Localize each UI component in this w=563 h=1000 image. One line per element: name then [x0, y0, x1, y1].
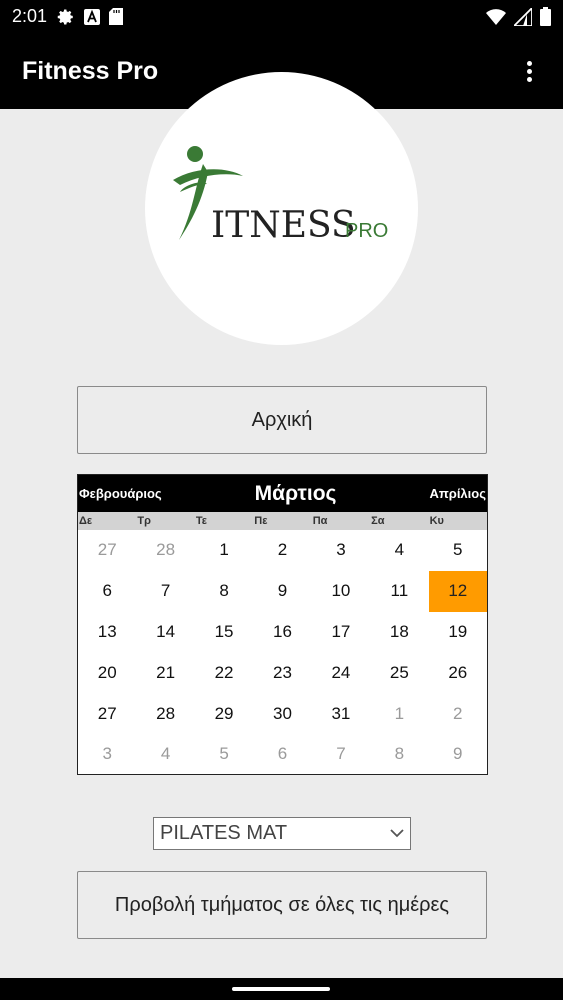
calendar-day[interactable]: 6: [78, 571, 136, 612]
calendar-day[interactable]: 4: [136, 734, 194, 775]
weekday-label: Κυ: [429, 515, 444, 527]
chevron-down-icon: [390, 829, 404, 838]
calendar-day[interactable]: 6: [253, 734, 311, 775]
prev-month-link[interactable]: Φεβρουάριος: [79, 486, 162, 501]
weekday-row: Δε Τρ Τε Πε Πα Σα Κυ: [78, 512, 487, 530]
calendar-day[interactable]: 2: [429, 693, 487, 734]
home-gesture-pill[interactable]: [232, 987, 330, 991]
calendar-day[interactable]: 18: [370, 612, 428, 653]
calendar-day[interactable]: 10: [312, 571, 370, 612]
calendar-day[interactable]: 4: [370, 530, 428, 571]
logo-text: ITNESS: [211, 205, 356, 246]
current-month: Μάρτιος: [254, 481, 337, 505]
weekday-label: Πε: [254, 515, 268, 527]
calendar-day[interactable]: 9: [429, 734, 487, 775]
calendar-day[interactable]: 3: [78, 734, 136, 775]
calendar-day[interactable]: 8: [195, 571, 253, 612]
view-class-all-days-button[interactable]: Προβολή τμήματος σε όλες τις ημέρες: [77, 871, 487, 939]
calendar-day[interactable]: 7: [136, 571, 194, 612]
calendar-day[interactable]: 13: [78, 612, 136, 653]
calendar-day[interactable]: 17: [312, 612, 370, 653]
calendar-day[interactable]: 19: [429, 612, 487, 653]
navigation-bar: [0, 978, 563, 1000]
calendar-day-selected[interactable]: 12: [428, 570, 487, 612]
calendar-day[interactable]: 31: [312, 693, 370, 734]
logo: ITNESS PRO: [145, 72, 418, 345]
calendar-day[interactable]: 8: [370, 734, 428, 775]
font-icon: [84, 8, 101, 25]
calendar-day[interactable]: 15: [195, 612, 253, 653]
overflow-menu-icon[interactable]: [517, 56, 541, 86]
calendar-day[interactable]: 5: [429, 530, 487, 571]
logo-pro-text: PRO: [345, 220, 388, 242]
calendar-day[interactable]: 23: [253, 652, 311, 693]
weekday-label: Τε: [195, 515, 207, 527]
calendar-day[interactable]: 22: [195, 652, 253, 693]
calendar-day[interactable]: 5: [195, 734, 253, 775]
weekday-label: Πα: [312, 515, 328, 527]
calendar-header: Φεβρουάριος Μάρτιος Απρίλιος: [78, 475, 487, 512]
class-select[interactable]: PILATES MAT: [153, 817, 411, 850]
status-bar: 2:01: [0, 0, 563, 33]
calendar-day[interactable]: 28: [136, 530, 194, 571]
app-title: Fitness Pro: [22, 56, 159, 85]
sdcard-icon: [109, 8, 124, 25]
status-time: 2:01: [12, 6, 48, 26]
calendar-day[interactable]: 26: [429, 652, 487, 693]
weekday-label: Σα: [371, 515, 385, 527]
calendar-day[interactable]: 16: [253, 612, 311, 653]
calendar-day[interactable]: 21: [136, 652, 194, 693]
fitness-logo-icon: ITNESS PRO: [173, 146, 388, 246]
calendar-day[interactable]: 30: [253, 693, 311, 734]
calendar-day[interactable]: 7: [312, 734, 370, 775]
calendar-day[interactable]: 14: [136, 612, 194, 653]
calendar-day[interactable]: 29: [195, 693, 253, 734]
calendar-day[interactable]: 24: [312, 652, 370, 693]
class-select-value: PILATES MAT: [160, 822, 288, 844]
calendar-day[interactable]: 1: [370, 693, 428, 734]
calendar-day[interactable]: 25: [370, 652, 428, 693]
calendar-day[interactable]: 27: [78, 693, 136, 734]
calendar-day[interactable]: 27: [78, 530, 136, 571]
calendar: Φεβρουάριος Μάρτιος Απρίλιος Δε Τρ Τε Πε Πα Σ…: [77, 474, 488, 775]
battery-icon: [540, 7, 551, 26]
calendar-grid: 27 28 1 2 3 4 5 6 7 8 9 10 11 12 13 14 15 16 17 18 19 20 21 22 2…: [78, 530, 487, 775]
weekday-label: Δε: [79, 515, 93, 527]
calendar-day[interactable]: 28: [136, 693, 194, 734]
calendar-day[interactable]: 3: [312, 530, 370, 571]
gear-icon: [57, 9, 73, 24]
calendar-day[interactable]: 20: [78, 652, 136, 693]
signal-icon: [514, 7, 532, 26]
calendar-day[interactable]: 9: [253, 571, 311, 612]
home-button[interactable]: Αρχική: [77, 386, 487, 454]
weekday-label: Τρ: [137, 515, 151, 527]
calendar-day[interactable]: 11: [370, 571, 428, 612]
calendar-day[interactable]: 1: [195, 530, 253, 571]
calendar-day[interactable]: 2: [253, 530, 311, 571]
wifi-icon: [486, 8, 506, 25]
next-month-link[interactable]: Απρίλιος: [429, 486, 486, 501]
